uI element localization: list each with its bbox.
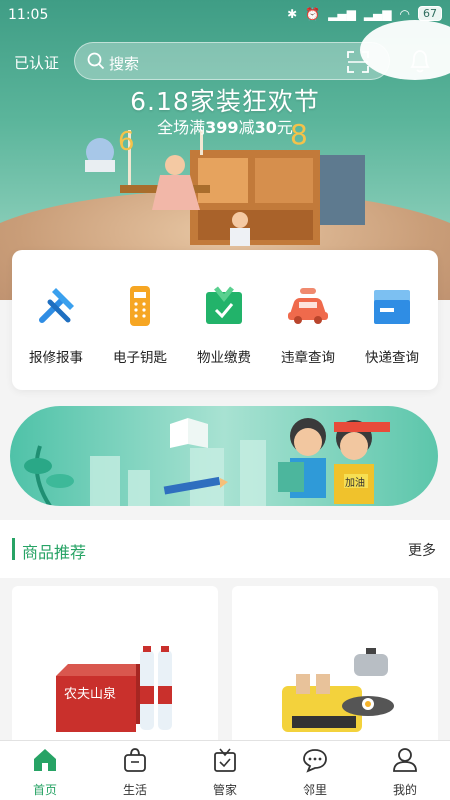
search-input[interactable]: 搜索 (74, 42, 390, 80)
banner-badge-text: 加油 (345, 476, 365, 489)
book-decoration (170, 418, 208, 448)
service-electronic-key[interactable]: 电子钥匙 (100, 284, 180, 366)
user-icon (393, 748, 417, 772)
status-time: 11:05 (8, 7, 49, 23)
bell-icon[interactable] (408, 48, 432, 74)
product-cards: 农夫山泉 (0, 578, 450, 746)
pencil-decoration (163, 476, 228, 495)
section-title: 商品推荐 (22, 543, 87, 562)
promo-subline: 全场满399减30元 (157, 118, 293, 137)
tab-mine[interactable]: 我的 (360, 747, 450, 798)
bluetooth-icon: ✱ (287, 6, 298, 21)
services-grid: 报修报事 电子钥匙 物业缴费 违章查询 快递查询 (12, 250, 438, 390)
search-icon (87, 52, 105, 70)
promo-banner[interactable]: 加油 (10, 406, 438, 506)
product-card[interactable]: 农夫山泉 (12, 586, 218, 746)
product-brand-text: 农夫山泉 (64, 686, 116, 702)
service-label: 物业缴费 (197, 350, 251, 366)
water-bottles-product-icon: 农夫山泉 (56, 646, 172, 732)
building-decoration (90, 456, 120, 506)
product-card[interactable] (232, 586, 438, 746)
tab-home[interactable]: 首页 (0, 747, 90, 798)
battery-icon: 67 (418, 6, 442, 21)
service-property-fee[interactable]: 物业缴费 (184, 284, 264, 366)
more-link[interactable]: 更多 (408, 540, 436, 560)
top-bar: 已认证 搜索 (0, 40, 450, 84)
service-label: 快递查询 (365, 350, 419, 366)
promo-headline: 6.18家装狂欢节 (130, 87, 320, 116)
service-label: 电子钥匙 (113, 350, 167, 366)
service-repair[interactable]: 报修报事 (16, 284, 96, 366)
repair-tools-icon (39, 288, 74, 323)
tab-label: 我的 (392, 783, 417, 797)
building-decoration (240, 440, 266, 506)
property-fee-icon (206, 286, 242, 324)
tab-label: 首页 (32, 783, 57, 797)
section-accent-bar (12, 538, 15, 560)
tab-life[interactable]: 生活 (90, 747, 180, 798)
status-bar: 11:05 ✱ ⏰ ▂▄▆ ▂▄▆ ◠ 67 (0, 0, 450, 32)
tab-label: 邻里 (302, 783, 327, 797)
bottom-nav: 首页 生活 管家 邻里 我的 (0, 740, 450, 800)
wifi-icon: ◠ (399, 6, 410, 21)
kids-illustration: 加油 (278, 418, 390, 504)
alarm-icon: ⏰ (305, 6, 321, 21)
signal-icon: ▂▄▆ (363, 6, 392, 21)
electronic-key-icon (130, 286, 150, 326)
breakfast-machine-product-icon (282, 648, 394, 732)
tab-neighbors[interactable]: 邻里 (270, 747, 360, 798)
tab-label: 管家 (212, 783, 237, 797)
products-section-header: 商品推荐 更多 (0, 520, 450, 578)
service-express[interactable]: 快递查询 (352, 284, 432, 366)
express-box-icon (374, 290, 410, 324)
service-traffic-violation[interactable]: 违章查询 (268, 284, 348, 366)
building-decoration (128, 470, 150, 506)
car-violation-icon (288, 288, 328, 324)
chat-icon (303, 749, 327, 773)
scan-icon[interactable] (347, 51, 369, 73)
verified-label[interactable]: 已认证 (14, 52, 59, 73)
service-label: 违章查询 (281, 350, 335, 366)
tab-label: 生活 (122, 783, 147, 797)
home-icon (34, 749, 56, 771)
plant-decoration (24, 445, 74, 506)
search-placeholder: 搜索 (109, 55, 140, 73)
tab-butler[interactable]: 管家 (180, 747, 270, 798)
signal-icon: ▂▄▆ (328, 6, 356, 21)
service-label: 报修报事 (29, 350, 83, 366)
butler-icon (214, 748, 236, 772)
shopping-bag-icon (124, 748, 146, 772)
